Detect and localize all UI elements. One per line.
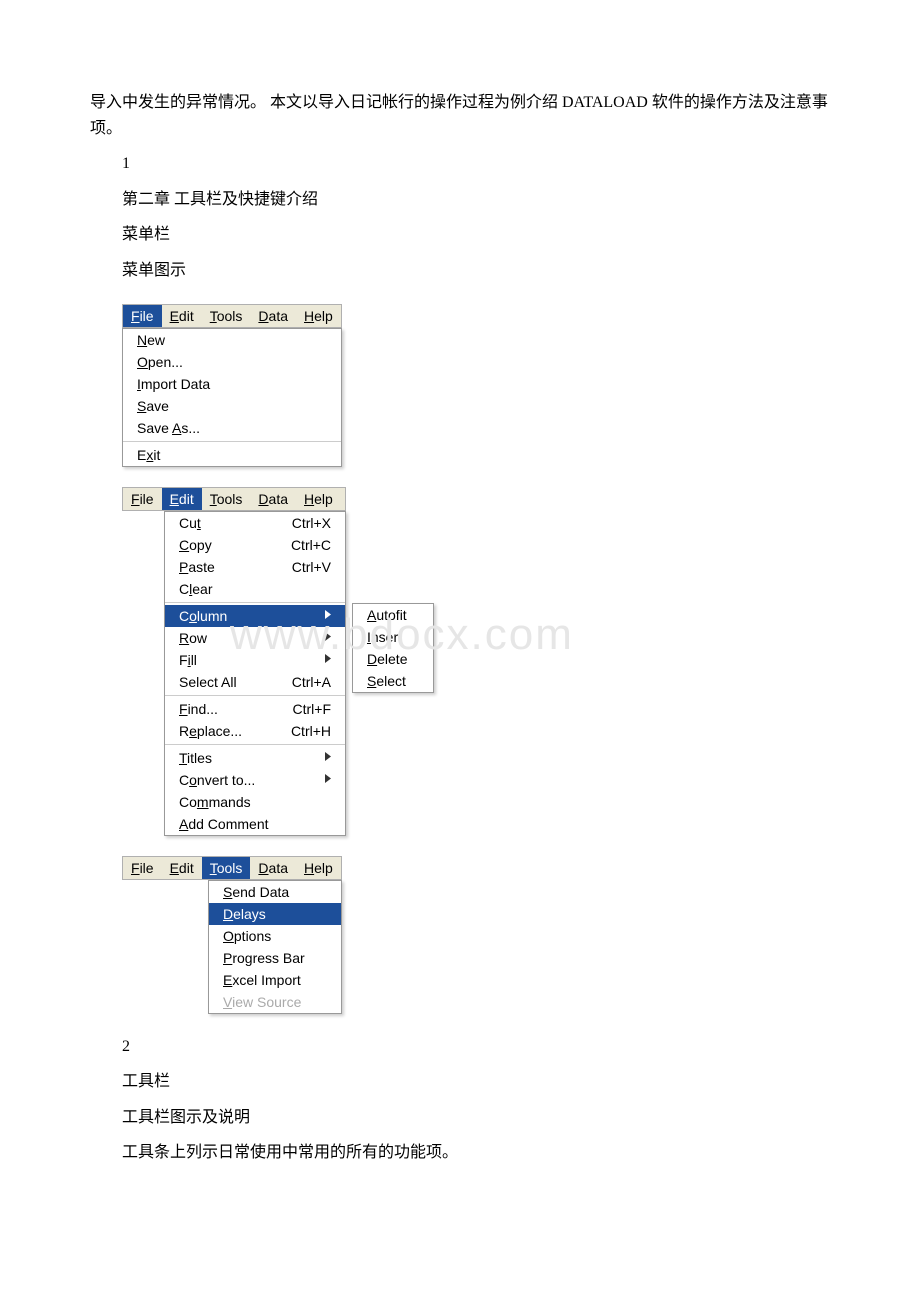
edit-menu-commands[interactable]: Commands [165, 791, 345, 813]
intro-paragraph: 导入中发生的异常情况。 本文以导入日记帐行的操作过程为例介绍 DATALOAD … [90, 90, 830, 141]
menubar-caption: 菜单图示 [90, 258, 830, 284]
section-number-2: 2 [90, 1034, 830, 1060]
column-submenu-select[interactable]: Select [353, 670, 433, 692]
tools-menu-dropdown: Send Data Delays Options Progress Bar Ex… [208, 880, 342, 1014]
section-number-1: 1 [90, 151, 830, 177]
edit-menu-copy[interactable]: CopyCtrl+C [165, 534, 345, 556]
tools-menu-delays[interactable]: Delays [209, 903, 341, 925]
menubar-item-tools[interactable]: Tools [202, 488, 251, 510]
chevron-right-icon [325, 610, 331, 622]
edit-menu-dropdown: CutCtrl+X CopyCtrl+C PasteCtrl+V Clear C… [164, 511, 346, 836]
tools-menu-excel-import[interactable]: Excel Import [209, 969, 341, 991]
file-menu-exit[interactable]: Exit [123, 444, 341, 466]
file-menu-save-as[interactable]: Save As... [123, 417, 341, 439]
menubar-edit-open: File Edit Tools Data Help [122, 487, 346, 511]
tools-menu-view-source: View Source [209, 991, 341, 1013]
menu-separator [165, 744, 345, 745]
edit-menu-add-comment[interactable]: Add Comment [165, 813, 345, 835]
menubar-item-edit[interactable]: Edit [162, 305, 202, 327]
menubar-item-edit[interactable]: Edit [162, 488, 202, 510]
chevron-right-icon [325, 774, 331, 786]
edit-menu-fill[interactable]: Fill [165, 649, 345, 671]
toolbar-heading: 工具栏 [90, 1069, 830, 1095]
column-submenu: Autofit Insert Delete Select [352, 603, 434, 693]
menubar-item-data[interactable]: Data [250, 857, 296, 879]
menubar-item-data[interactable]: Data [250, 305, 296, 327]
file-menu-import-data[interactable]: Import Data [123, 373, 341, 395]
column-submenu-autofit[interactable]: Autofit [353, 604, 433, 626]
tools-menu-send-data[interactable]: Send Data [209, 881, 341, 903]
column-submenu-delete[interactable]: Delete [353, 648, 433, 670]
edit-menu-select-all[interactable]: Select AllCtrl+A [165, 671, 345, 693]
menu-separator [123, 441, 341, 442]
file-menu-dropdown: New Open... Import Data Save Save As... … [122, 328, 342, 467]
tools-menu-options[interactable]: Options [209, 925, 341, 947]
menubar-file-open: File Edit Tools Data Help [122, 304, 342, 328]
menubar-item-data[interactable]: Data [250, 488, 296, 510]
menubar-tools-open: File Edit Tools Data Help [122, 856, 342, 880]
menubar-item-help[interactable]: Help [296, 305, 341, 327]
menu-separator [165, 602, 345, 603]
menubar-item-help[interactable]: Help [296, 857, 341, 879]
edit-menu-clear[interactable]: Clear [165, 578, 345, 600]
menubar-item-tools[interactable]: Tools [202, 857, 251, 879]
edit-menu-find[interactable]: Find...Ctrl+F [165, 698, 345, 720]
file-menu-save[interactable]: Save [123, 395, 341, 417]
edit-menu-row[interactable]: Row [165, 627, 345, 649]
chevron-right-icon [325, 752, 331, 764]
tools-menu-progress-bar[interactable]: Progress Bar [209, 947, 341, 969]
menu-separator [165, 695, 345, 696]
edit-menu-cut[interactable]: CutCtrl+X [165, 512, 345, 534]
file-menu-open[interactable]: Open... [123, 351, 341, 373]
menubar-heading: 菜单栏 [90, 222, 830, 248]
menubar-item-edit[interactable]: Edit [162, 857, 202, 879]
edit-menu-paste[interactable]: PasteCtrl+V [165, 556, 345, 578]
column-submenu-insert[interactable]: Insert [353, 626, 433, 648]
file-menu-new[interactable]: New [123, 329, 341, 351]
edit-menu-replace[interactable]: Replace...Ctrl+H [165, 720, 345, 742]
menubar-item-help[interactable]: Help [296, 488, 341, 510]
toolbar-description: 工具条上列示日常使用中常用的所有的功能项。 [90, 1140, 830, 1166]
chevron-right-icon [325, 632, 331, 644]
toolbar-caption: 工具栏图示及说明 [90, 1105, 830, 1131]
menubar-item-tools[interactable]: Tools [202, 305, 251, 327]
edit-menu-convert-to[interactable]: Convert to... [165, 769, 345, 791]
chevron-right-icon [325, 654, 331, 666]
edit-menu-column[interactable]: Column [165, 605, 345, 627]
section-title-ch2: 第二章 工具栏及快捷键介绍 [90, 187, 830, 213]
edit-menu-titles[interactable]: Titles [165, 747, 345, 769]
menubar-item-file[interactable]: File [123, 305, 162, 327]
menubar-item-file[interactable]: File [123, 857, 162, 879]
menubar-item-file[interactable]: File [123, 488, 162, 510]
